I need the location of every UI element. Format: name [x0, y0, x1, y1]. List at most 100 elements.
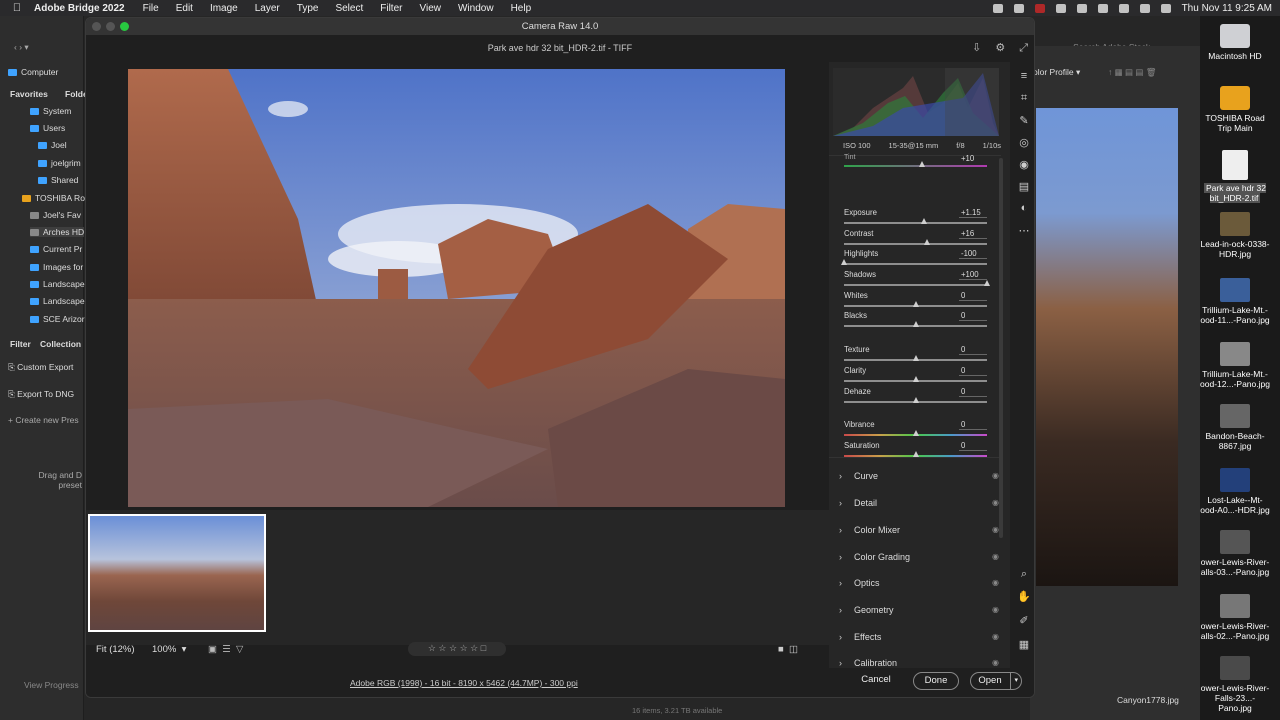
slider-knob[interactable]: [912, 397, 919, 403]
open-button[interactable]: Open ▾: [970, 672, 1022, 690]
folder-item[interactable]: Shared: [38, 175, 78, 185]
status-icon[interactable]: [1034, 3, 1045, 13]
menu-edit[interactable]: Edit: [176, 3, 193, 14]
folder-item-selected[interactable]: Arches HD: [30, 227, 84, 237]
gear-icon[interactable]: ⚙: [995, 35, 1005, 61]
menu-help[interactable]: Help: [511, 3, 532, 14]
edit-icon[interactable]: ≡: [1014, 70, 1034, 82]
clarity-slider[interactable]: Clarity 0: [844, 366, 987, 386]
slider-value-input[interactable]: -100: [959, 249, 987, 259]
menu-image[interactable]: Image: [210, 3, 238, 14]
texture-slider[interactable]: Texture 0: [844, 345, 987, 365]
menu-type[interactable]: Type: [297, 3, 319, 14]
desktop-icon-selected[interactable]: Park ave hdr 32 bit_HDR-2.tif: [1200, 150, 1270, 203]
slider-value-input[interactable]: 0: [959, 420, 987, 430]
folder-item[interactable]: TOSHIBA Roa: [22, 193, 90, 203]
section-effects[interactable]: › Effects ◉: [839, 632, 999, 648]
panel-scrollbar[interactable]: [999, 158, 1003, 538]
slider-knob[interactable]: [912, 355, 919, 361]
presets-icon[interactable]: ◐: [1014, 202, 1034, 214]
save-image-icon[interactable]: ⇩: [972, 35, 981, 61]
saturation-slider[interactable]: Saturation 0: [844, 441, 987, 461]
close-window-button[interactable]: [92, 22, 101, 31]
status-icon[interactable]: [992, 3, 1003, 13]
menu-window[interactable]: Window: [458, 3, 494, 14]
zoom-icon[interactable]: ⌕: [1014, 568, 1034, 581]
slider-value-input[interactable]: 0: [959, 387, 987, 397]
slider-knob[interactable]: [984, 280, 990, 286]
eye-icon[interactable]: ◉: [992, 525, 999, 534]
folder-item[interactable]: Images for: [30, 262, 83, 272]
slider-track[interactable]: [844, 284, 987, 286]
blacks-slider[interactable]: Blacks 0: [844, 311, 987, 331]
sampler-icon[interactable]: ✐: [1014, 614, 1034, 627]
slider-knob[interactable]: [912, 376, 919, 382]
snapshots-icon[interactable]: ▤: [1014, 180, 1034, 193]
slider-knob[interactable]: [923, 239, 930, 245]
mask-icon[interactable]: ◎: [1014, 136, 1034, 149]
heal-icon[interactable]: ✎: [1014, 114, 1034, 127]
slider-track[interactable]: [844, 263, 987, 265]
folder-item[interactable]: joelgrim: [38, 158, 81, 168]
slider-knob[interactable]: [841, 259, 847, 265]
folder-item[interactable]: System: [30, 106, 71, 116]
menu-layer[interactable]: Layer: [255, 3, 280, 14]
filmstrip-options-icon[interactable]: ▣ ☰ ▽: [208, 644, 243, 655]
dehaze-slider[interactable]: Dehaze 0: [844, 387, 987, 407]
eye-icon[interactable]: ◉: [992, 471, 999, 480]
slider-value-input[interactable]: 0: [959, 291, 987, 301]
slider-value-input[interactable]: +100: [959, 270, 987, 280]
slider-value-input[interactable]: 0: [959, 366, 987, 376]
vibrance-slider[interactable]: Vibrance 0: [844, 420, 987, 440]
filmstrip-thumbnail[interactable]: [88, 514, 266, 632]
slider-knob[interactable]: [912, 321, 919, 327]
app-menu[interactable]: Adobe Bridge 2022: [34, 3, 125, 14]
view-progress[interactable]: View Progress: [24, 680, 79, 690]
desktop-icon[interactable]: Lost-Lake--Mt-ood-A0...-HDR.jpg: [1200, 468, 1270, 515]
section-color-mixer[interactable]: › Color Mixer ◉: [839, 525, 999, 541]
slider-value-input[interactable]: +16: [959, 229, 987, 239]
status-icon[interactable]: [1076, 3, 1087, 13]
desktop-icon[interactable]: ower-Lewis-River-alls-03...-Pano.jpg: [1200, 530, 1270, 577]
wifi-icon[interactable]: [1139, 3, 1150, 13]
eye-icon[interactable]: ◉: [992, 498, 999, 507]
slider-value-input[interactable]: +1.15: [959, 208, 987, 218]
status-icon[interactable]: [1013, 3, 1024, 13]
desktop-icon[interactable]: ower-Lewis-River-Falls-23...-Pano.jpg: [1200, 656, 1270, 713]
desktop-icon[interactable]: Trillium-Lake-Mt.-ood-12...-Pano.jpg: [1200, 342, 1270, 389]
slider-knob[interactable]: [912, 430, 919, 436]
minimize-window-button[interactable]: [106, 22, 115, 31]
hand-icon[interactable]: ✋: [1014, 590, 1034, 603]
eye-icon[interactable]: ◉: [992, 578, 999, 587]
folder-item[interactable]: Joel's Fav: [30, 210, 81, 220]
color-profile-dropdown[interactable]: olor Profile ▾: [1033, 67, 1080, 78]
zoom-100-button[interactable]: 100% ▾: [152, 644, 186, 655]
eye-icon[interactable]: ◉: [992, 605, 999, 614]
view-toggle-icon[interactable]: ■ ◫: [778, 644, 798, 655]
desktop-icon[interactable]: Macintosh HD: [1200, 24, 1270, 61]
zoom-fit-button[interactable]: Fit (12%): [96, 644, 135, 655]
slider-track[interactable]: [844, 243, 987, 245]
folder-item[interactable]: SCE Arizor: [30, 314, 85, 324]
menu-select[interactable]: Select: [335, 3, 363, 14]
desktop-icon[interactable]: Trillium-Lake-Mt.-ood-11...-Pano.jpg: [1200, 278, 1270, 325]
grid-icon[interactable]: ▦: [1014, 638, 1034, 651]
folder-item[interactable]: Users: [30, 123, 65, 133]
status-icon[interactable]: [1055, 3, 1066, 13]
section-curve[interactable]: › Curve ◉: [839, 471, 999, 487]
section-optics[interactable]: › Optics ◉: [839, 578, 999, 594]
crop-icon[interactable]: ⌗: [1014, 92, 1034, 105]
section-geometry[interactable]: › Geometry ◉: [839, 605, 999, 621]
desktop-icon[interactable]: TOSHIBA Road Trip Main: [1200, 86, 1270, 133]
section-detail[interactable]: › Detail ◉: [839, 498, 999, 514]
tab-favorites[interactable]: Favorites: [10, 89, 48, 99]
export-item[interactable]: ⎘ Export To DNG: [8, 389, 74, 400]
slider-knob[interactable]: [912, 301, 919, 307]
desktop-icon[interactable]: Lead-in-ock-0338-HDR.jpg: [1200, 212, 1270, 259]
tint-slider[interactable]: Tint +10: [844, 154, 987, 170]
folder-item[interactable]: Landscape: [30, 296, 85, 306]
highlights-slider[interactable]: Highlights -100: [841, 249, 987, 269]
panel-toolbar-icons[interactable]: ↑ ▦ ▤ ▤ 🗑: [1108, 67, 1157, 78]
eye-icon[interactable]: ◉: [992, 552, 999, 561]
cancel-button[interactable]: Cancel: [854, 672, 898, 690]
